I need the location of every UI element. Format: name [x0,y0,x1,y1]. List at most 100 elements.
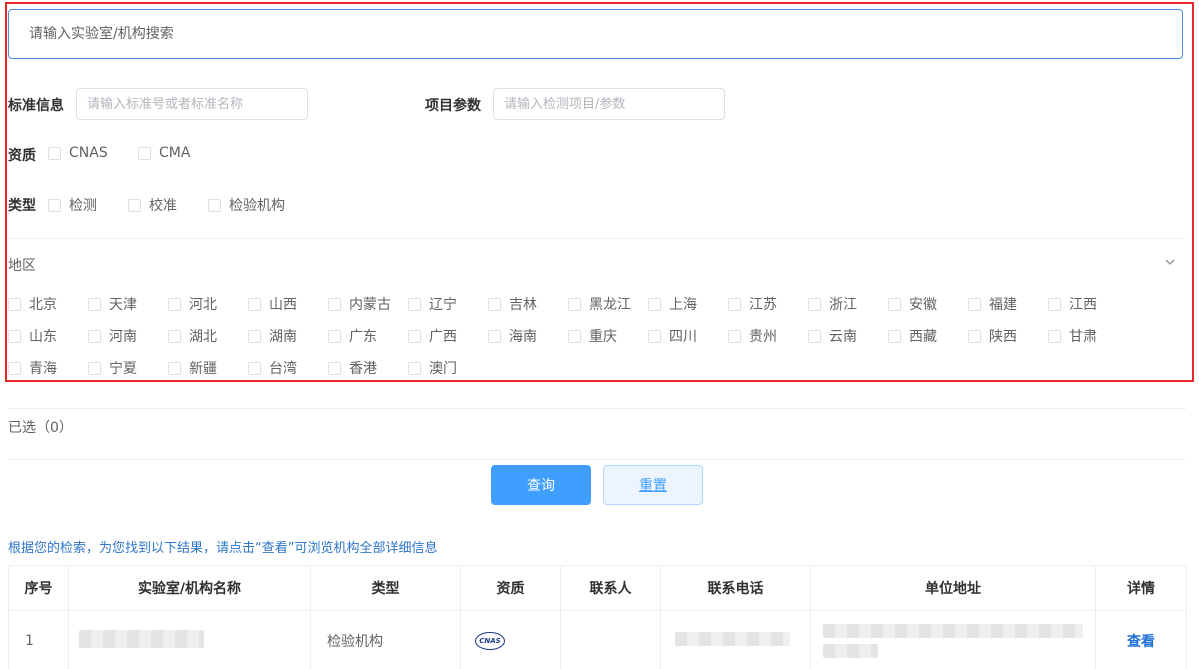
project-param-field[interactable] [493,88,725,120]
region-checkbox[interactable]: 福建 [968,294,1017,314]
region-checkbox[interactable]: 重庆 [568,326,617,346]
checkbox-box[interactable] [328,297,341,311]
region-checkbox[interactable]: 广西 [408,326,457,346]
region-checkbox[interactable]: 河南 [88,326,137,346]
region-checkbox[interactable]: 北京 [8,294,57,314]
checkbox-box[interactable] [248,361,261,375]
search-input[interactable] [29,26,1162,42]
region-checkbox[interactable]: 吉林 [488,294,537,314]
checkbox-box[interactable] [408,297,421,311]
region-checkbox[interactable]: 安徽 [888,294,937,314]
region-checkbox[interactable]: 浙江 [808,294,857,314]
checkbox-box[interactable] [88,329,101,343]
region-checkbox[interactable]: 青海 [8,358,57,378]
checkbox-box[interactable] [128,198,141,212]
reset-button[interactable]: 重置 [603,465,703,505]
region-checkbox[interactable]: 上海 [648,294,697,314]
checkbox-box[interactable] [408,329,421,343]
region-checkbox[interactable]: 四川 [648,326,697,346]
checkbox-box[interactable] [408,361,421,375]
checkbox-box[interactable] [328,329,341,343]
region-checkbox[interactable]: 台湾 [248,358,297,378]
region-checkbox[interactable]: 新疆 [168,358,217,378]
project-param-input[interactable] [504,96,714,112]
checkbox-box[interactable] [248,329,261,343]
checkbox-box[interactable] [8,329,21,343]
region-checkbox[interactable]: 湖北 [168,326,217,346]
region-checkbox[interactable]: 山东 [8,326,57,346]
region-checkbox[interactable]: 河北 [168,294,217,314]
chevron-down-icon[interactable] [1164,256,1176,268]
cell-contact [560,610,661,669]
checkbox-box[interactable] [168,297,181,311]
checkbox-label: 黑龙江 [589,297,631,313]
checkbox-box[interactable] [168,329,181,343]
region-checkbox[interactable]: 广东 [328,326,377,346]
checkbox-box[interactable] [488,329,501,343]
checkbox-box[interactable] [888,297,901,311]
checkbox-box[interactable] [648,329,661,343]
checkbox-box[interactable] [248,297,261,311]
checkbox-box[interactable] [728,329,741,343]
region-checkbox[interactable]: 湖南 [248,326,297,346]
region-checkbox[interactable]: 香港 [328,358,377,378]
checkbox-box[interactable] [48,198,61,212]
standard-info-field[interactable] [76,88,308,120]
region-checkbox[interactable]: 江西 [1048,294,1097,314]
checkbox-label: 西藏 [909,329,937,345]
region-checkbox[interactable]: 天津 [88,294,137,314]
checkbox-label: 江西 [1069,297,1097,313]
checkbox-box[interactable] [968,329,981,343]
checkbox-label: 陕西 [989,329,1017,345]
region-checkbox[interactable]: 澳门 [408,358,457,378]
checkbox-box[interactable] [1048,297,1061,311]
checkbox-label: 广西 [429,329,457,345]
region-checkbox[interactable]: 江苏 [728,294,777,314]
region-checkbox[interactable]: 陕西 [968,326,1017,346]
type-inspection-checkbox[interactable]: 检验机构 [208,195,285,215]
qualification-cnas-checkbox[interactable]: CNAS [48,145,108,161]
checkbox-box[interactable] [8,297,21,311]
region-checkbox[interactable]: 甘肃 [1048,326,1097,346]
qualification-cma-checkbox[interactable]: CMA [138,145,190,161]
view-link[interactable]: 查看 [1095,610,1187,669]
region-checkbox[interactable]: 西藏 [888,326,937,346]
checkbox-box[interactable] [728,297,741,311]
search-box[interactable] [8,9,1183,59]
region-checkbox[interactable]: 宁夏 [88,358,137,378]
checkbox-box[interactable] [968,297,981,311]
query-button[interactable]: 查询 [491,465,591,505]
checkbox-box[interactable] [568,297,581,311]
project-param-label: 项目参数 [425,98,481,114]
type-calibration-checkbox[interactable]: 校准 [128,195,177,215]
region-checkbox[interactable]: 辽宁 [408,294,457,314]
checkbox-box[interactable] [88,297,101,311]
header-phone: 联系电话 [660,565,811,611]
checkbox-box[interactable] [888,329,901,343]
region-checkbox[interactable]: 黑龙江 [568,294,631,314]
standard-info-input[interactable] [87,96,297,112]
checkbox-box[interactable] [208,198,221,212]
checkbox-box[interactable] [808,329,821,343]
checkbox-box[interactable] [808,297,821,311]
checkbox-box[interactable] [328,361,341,375]
checkbox-box[interactable] [488,297,501,311]
region-checkbox[interactable]: 内蒙古 [328,294,391,314]
region-checkbox[interactable]: 海南 [488,326,537,346]
checkbox-label: 广东 [349,329,377,345]
type-testing-checkbox[interactable]: 检测 [48,195,97,215]
header-address: 单位地址 [810,565,1096,611]
checkbox-box[interactable] [138,146,151,160]
checkbox-label: 上海 [669,297,697,313]
checkbox-box[interactable] [168,361,181,375]
checkbox-box[interactable] [8,361,21,375]
checkbox-box[interactable] [1048,329,1061,343]
redacted-name [79,629,204,648]
checkbox-box[interactable] [88,361,101,375]
checkbox-box[interactable] [48,146,61,160]
checkbox-box[interactable] [568,329,581,343]
region-checkbox[interactable]: 贵州 [728,326,777,346]
region-checkbox[interactable]: 山西 [248,294,297,314]
checkbox-box[interactable] [648,297,661,311]
region-checkbox[interactable]: 云南 [808,326,857,346]
